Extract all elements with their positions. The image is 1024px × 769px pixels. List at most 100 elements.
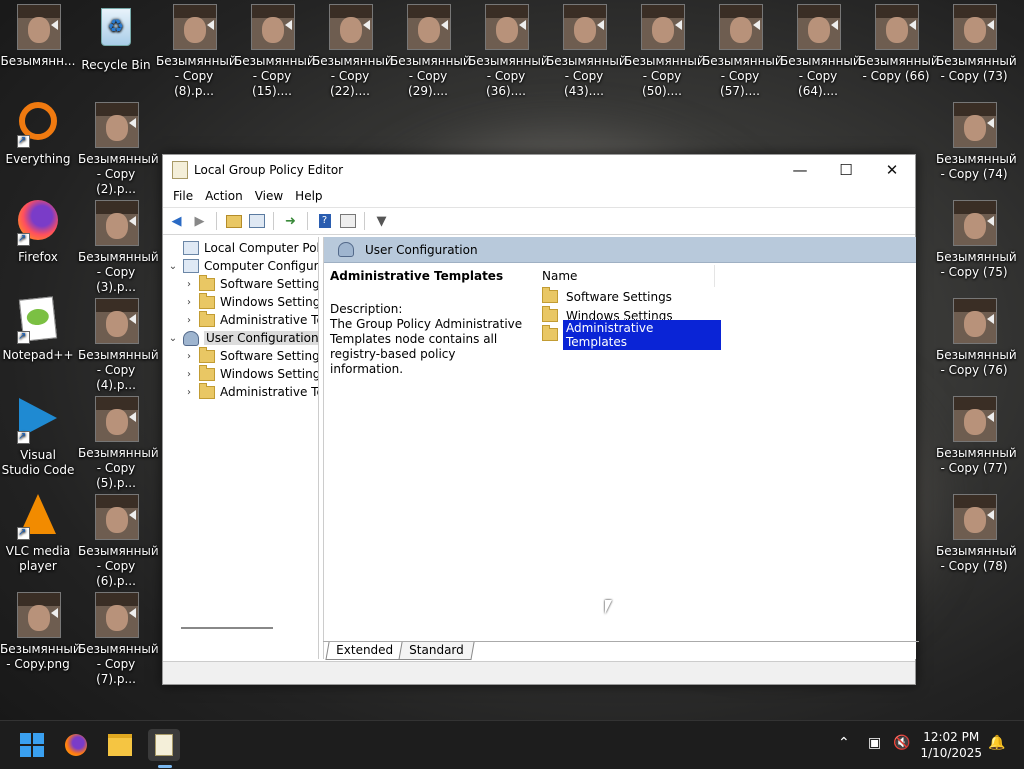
image-file-icon xyxy=(953,200,997,246)
desktop-icon[interactable]: Безымянный - Copy (22).... xyxy=(312,4,393,99)
tab-standard[interactable]: Standard xyxy=(398,642,475,660)
description-pane: Administrative Templates Description: Th… xyxy=(330,269,528,377)
desktop-icon[interactable]: Безымянный - Copy (75) xyxy=(936,200,1017,280)
desktop-icon[interactable]: Безымянный - Copy (2).p... xyxy=(78,102,159,197)
desktop-icon[interactable]: Безымянн... xyxy=(0,4,76,69)
export-list-icon[interactable]: ➜ xyxy=(281,212,300,231)
show-hidden-icons-chevron-icon[interactable]: ⌃ xyxy=(838,735,850,751)
desktop-icon[interactable]: ♻ Recycle Bin xyxy=(78,4,154,73)
expand-chevron-icon[interactable]: › xyxy=(183,315,195,326)
expand-chevron-icon[interactable]: › xyxy=(183,369,195,380)
menu-help[interactable]: Help xyxy=(289,189,328,203)
desktop-icon-label: Безымянный - Copy (15).... xyxy=(234,54,315,98)
back-arrow-icon[interactable]: ◀ xyxy=(167,212,186,231)
desktop-icon-label: Visual Studio Code xyxy=(1,448,75,477)
start-windows-icon[interactable] xyxy=(16,729,48,761)
desktop-icon[interactable]: VLC media player xyxy=(0,494,76,574)
desktop-icon[interactable]: Безымянный - Copy (73) xyxy=(936,4,1017,84)
folder-icon xyxy=(199,310,215,327)
volume-muted-icon[interactable]: 🔇 xyxy=(893,735,910,751)
desktop-icon[interactable]: Безымянный - Copy (5).p... xyxy=(78,396,159,491)
close-button[interactable]: ✕ xyxy=(869,155,915,185)
tree-node[interactable]: › Windows Setting xyxy=(183,364,319,383)
expand-chevron-icon[interactable]: ⌄ xyxy=(167,333,179,344)
desktop-icon[interactable]: Безымянный - Copy (66) xyxy=(858,4,939,84)
tab-extended[interactable]: Extended xyxy=(325,642,404,660)
desktop-icon[interactable]: Firefox xyxy=(0,200,76,265)
desktop-icon-label: Безымянн... xyxy=(0,54,76,68)
forward-arrow-icon[interactable]: ▶ xyxy=(190,212,209,231)
tree-node-label: Windows Setting xyxy=(220,367,319,381)
up-folder-icon[interactable] xyxy=(224,212,243,231)
vlc-cone-icon xyxy=(17,494,59,540)
system-clock[interactable]: 12:02 PM 1/10/2025 xyxy=(920,729,982,761)
desktop-icon[interactable]: Безымянный - Copy (36).... xyxy=(468,4,549,99)
tree-node[interactable]: › Windows Setting xyxy=(183,292,318,311)
desktop-icon-label: Безымянный - Copy (8).p... xyxy=(156,54,237,98)
desktop-icon[interactable]: Безымянный - Copy (8).p... xyxy=(156,4,237,99)
help-icon[interactable]: ? xyxy=(315,212,334,231)
desktop-icon[interactable]: Безымянный - Copy (29).... xyxy=(390,4,471,99)
group-policy-editor-window: Local Group Policy Editor — ☐ ✕ File Act… xyxy=(162,154,919,685)
everything-search-icon xyxy=(17,102,59,148)
image-file-icon xyxy=(95,102,139,148)
desktop-icon[interactable]: Безымянный - Copy (78) xyxy=(936,494,1017,574)
desktop-icon[interactable]: Безымянный - Copy (4).p... xyxy=(78,298,159,393)
desktop-icon[interactable]: Безымянный - Copy (7).p... xyxy=(78,592,159,687)
taskbar-gpedit-icon[interactable] xyxy=(148,729,180,761)
desktop-icon[interactable]: Everything xyxy=(0,102,76,167)
image-file-icon xyxy=(95,592,139,638)
expand-chevron-icon[interactable]: › xyxy=(183,279,195,290)
list-item-label: Administrative Templates xyxy=(562,318,722,351)
expand-chevron-icon[interactable]: › xyxy=(183,387,195,398)
taskbar-file-explorer-icon[interactable] xyxy=(104,729,136,761)
desktop-icon[interactable]: Безымянный - Copy (15).... xyxy=(234,4,315,99)
properties-icon[interactable] xyxy=(338,212,357,231)
filter-icon[interactable]: ▼ xyxy=(372,212,391,231)
menu-file[interactable]: File xyxy=(167,189,199,203)
title-bar[interactable]: Local Group Policy Editor — ☐ ✕ xyxy=(163,155,915,185)
taskbar-firefox-icon[interactable] xyxy=(60,729,92,761)
menu-view[interactable]: View xyxy=(249,189,289,203)
desktop-icon[interactable]: Безымянный - Copy (76) xyxy=(936,298,1017,378)
column-header-name[interactable]: Name xyxy=(536,265,715,287)
list-item[interactable]: Administrative Templates xyxy=(536,318,916,351)
desktop-icon[interactable]: Безымянный - Copy (43).... xyxy=(546,4,627,99)
expand-chevron-icon[interactable]: › xyxy=(183,297,195,308)
description-text: The Group Policy Administrative Template… xyxy=(330,317,523,376)
image-file-icon xyxy=(953,298,997,344)
tree-scrollbar[interactable] xyxy=(181,627,273,629)
desktop-icon[interactable]: Безымянный - Copy (6).p... xyxy=(78,494,159,589)
desktop-icon[interactable]: Visual Studio Code xyxy=(0,396,76,478)
maximize-button[interactable]: ☐ xyxy=(823,155,869,185)
minimize-button[interactable]: — xyxy=(777,155,823,185)
desktop-icon[interactable]: Безымянный - Copy.png xyxy=(0,592,81,672)
image-file-icon xyxy=(407,4,451,50)
tree-node[interactable]: › Software Settings xyxy=(183,274,318,293)
notepad-plus-plus-icon xyxy=(17,296,59,344)
folder-icon xyxy=(199,382,215,399)
menu-action[interactable]: Action xyxy=(199,189,249,203)
list-item[interactable]: Software Settings xyxy=(536,287,916,306)
notification-bell-icon[interactable]: 🔔 xyxy=(988,735,1005,751)
desktop-icon[interactable]: Безымянный - Copy (57).... xyxy=(702,4,783,99)
desktop-icon-label: Recycle Bin xyxy=(81,58,151,72)
expand-chevron-icon[interactable]: › xyxy=(183,351,195,362)
desktop-icon[interactable]: Безымянный - Copy (64).... xyxy=(780,4,861,99)
expand-chevron-icon[interactable]: ⌄ xyxy=(167,261,179,272)
show-hide-tree-icon[interactable] xyxy=(247,212,266,231)
tree-node[interactable]: › Software Settings xyxy=(183,346,318,365)
tree-node[interactable]: › Administrative Te xyxy=(183,310,318,329)
desktop-icon[interactable]: Безымянный - Copy (50).... xyxy=(624,4,705,99)
image-file-icon xyxy=(95,298,139,344)
tree-node[interactable]: › Administrative Te xyxy=(183,382,318,401)
desktop-icon[interactable]: Безымянный - Copy (74) xyxy=(936,102,1017,182)
desktop-icon[interactable]: Безымянный - Copy (3).p... xyxy=(78,200,159,295)
desktop-icon[interactable]: Notepad++ xyxy=(0,296,76,363)
desktop-icon-label: Безымянный - Copy (66) xyxy=(858,54,939,83)
network-icon[interactable]: ▣ xyxy=(868,735,881,751)
desktop-icon[interactable]: Безымянный - Copy (77) xyxy=(936,396,1017,476)
tree-node[interactable]: ⌄ User Configuration xyxy=(167,329,318,347)
tree-node[interactable]: Local Computer Policy xyxy=(167,239,318,257)
tree-node[interactable]: ⌄ Computer Configura xyxy=(167,257,318,275)
